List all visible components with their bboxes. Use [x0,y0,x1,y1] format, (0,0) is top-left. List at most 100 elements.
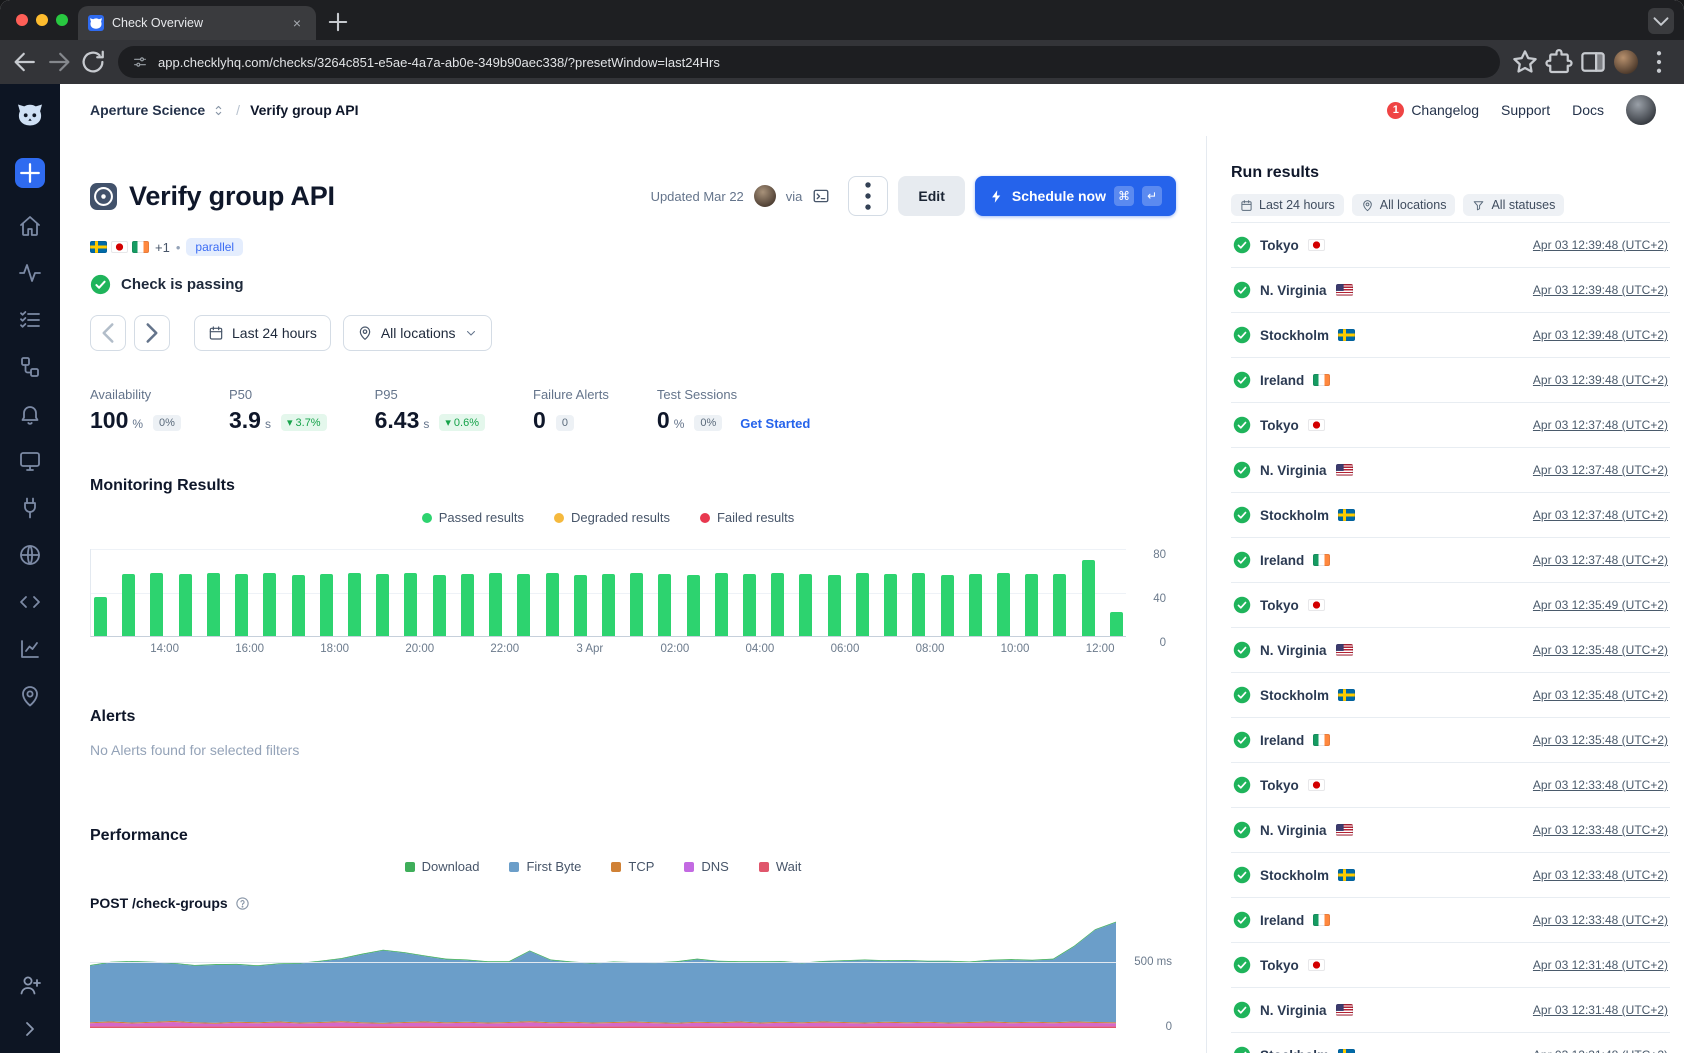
passed-results-bar[interactable] [122,574,135,636]
passed-results-bar[interactable] [997,573,1010,636]
passed-results-bar[interactable] [771,573,784,636]
sidebar-item-private-locations[interactable] [18,543,42,567]
get-started-link[interactable]: Get Started [740,416,810,431]
run-result-row[interactable]: TokyoApr 03 12:35:49 (UTC+2) [1231,583,1670,628]
passed-results-bar[interactable] [320,574,333,636]
zoom-window-button[interactable] [56,14,68,26]
run-timestamp[interactable]: Apr 03 12:31:48 (UTC+2) [1533,958,1668,972]
next-period-button[interactable] [134,315,170,351]
run-timestamp[interactable]: Apr 03 12:37:48 (UTC+2) [1533,508,1668,522]
passed-results-bar[interactable] [348,573,361,636]
new-tab-button[interactable] [324,8,352,36]
run-timestamp[interactable]: Apr 03 12:39:48 (UTC+2) [1533,328,1668,342]
passed-results-bar[interactable] [150,573,163,636]
side-panel-icon[interactable] [1578,47,1608,77]
sidebar-item-maintenance[interactable] [18,496,42,520]
run-result-row[interactable]: StockholmApr 03 12:35:48 (UTC+2) [1231,673,1670,718]
passed-results-bar[interactable] [94,597,107,636]
run-result-row[interactable]: IrelandApr 03 12:39:48 (UTC+2) [1231,358,1670,403]
filter-chip-all-locations[interactable]: All locations [1352,194,1456,216]
passed-results-bar[interactable] [433,575,446,636]
sidebar-expand-button[interactable] [18,1017,42,1041]
close-window-button[interactable] [16,14,28,26]
run-result-row[interactable]: StockholmApr 03 12:31:48 (UTC+2) [1231,1033,1670,1053]
sidebar-item-checks[interactable] [18,308,42,332]
schedule-now-button[interactable]: Schedule now ⌘ ↵ [975,176,1176,216]
sidebar-item-environments[interactable] [18,684,42,708]
run-result-row[interactable]: StockholmApr 03 12:37:48 (UTC+2) [1231,493,1670,538]
passed-results-bar[interactable] [263,573,276,636]
tab-search-button[interactable] [1648,8,1674,34]
run-result-row[interactable]: StockholmApr 03 12:39:48 (UTC+2) [1231,313,1670,358]
passed-results-bar[interactable] [207,573,220,636]
passed-results-bar[interactable] [969,574,982,636]
passed-results-bar[interactable] [1110,612,1123,636]
run-result-row[interactable]: IrelandApr 03 12:33:48 (UTC+2) [1231,898,1670,943]
address-bar[interactable]: app.checklyhq.com/checks/3264c851-e5ae-4… [118,46,1500,78]
filter-chip-all-statuses[interactable]: All statuses [1463,194,1564,216]
run-timestamp[interactable]: Apr 03 12:37:48 (UTC+2) [1533,418,1668,432]
run-timestamp[interactable]: Apr 03 12:33:48 (UTC+2) [1533,778,1668,792]
locations-filter-button[interactable]: All locations [343,315,492,351]
passed-results-bar[interactable] [658,574,671,636]
support-link[interactable]: Support [1501,102,1550,118]
passed-results-bar[interactable] [517,574,530,636]
run-result-row[interactable]: TokyoApr 03 12:33:48 (UTC+2) [1231,763,1670,808]
passed-results-bar[interactable] [884,574,897,636]
run-result-row[interactable]: StockholmApr 03 12:33:48 (UTC+2) [1231,853,1670,898]
extensions-icon[interactable] [1544,47,1574,77]
sidebar-invite-button[interactable] [18,973,42,997]
help-icon[interactable] [235,896,250,911]
browser-tab[interactable]: Check Overview × [78,6,316,40]
run-result-row[interactable]: TokyoApr 03 12:31:48 (UTC+2) [1231,943,1670,988]
checkly-logo[interactable] [14,98,46,130]
run-timestamp[interactable]: Apr 03 12:31:48 (UTC+2) [1533,1048,1668,1053]
passed-results-bar[interactable] [602,574,615,636]
run-timestamp[interactable]: Apr 03 12:37:48 (UTC+2) [1533,553,1668,567]
passed-results-bar[interactable] [1082,560,1095,636]
passed-results-bar[interactable] [574,575,587,636]
run-timestamp[interactable]: Apr 03 12:35:48 (UTC+2) [1533,688,1668,702]
run-result-row[interactable]: TokyoApr 03 12:39:48 (UTC+2) [1231,223,1670,268]
docs-link[interactable]: Docs [1572,102,1604,118]
run-timestamp[interactable]: Apr 03 12:35:48 (UTC+2) [1533,733,1668,747]
passed-results-bar[interactable] [912,573,925,636]
run-result-row[interactable]: N. VirginiaApr 03 12:37:48 (UTC+2) [1231,448,1670,493]
run-result-row[interactable]: TokyoApr 03 12:37:48 (UTC+2) [1231,403,1670,448]
run-timestamp[interactable]: Apr 03 12:35:49 (UTC+2) [1533,598,1668,612]
run-result-row[interactable]: N. VirginiaApr 03 12:39:48 (UTC+2) [1231,268,1670,313]
site-settings-icon[interactable] [132,54,148,70]
run-result-row[interactable]: N. VirginiaApr 03 12:31:48 (UTC+2) [1231,988,1670,1033]
run-result-row[interactable]: N. VirginiaApr 03 12:35:48 (UTC+2) [1231,628,1670,673]
back-button[interactable] [10,47,40,77]
run-timestamp[interactable]: Apr 03 12:31:48 (UTC+2) [1533,1003,1668,1017]
run-timestamp[interactable]: Apr 03 12:35:48 (UTC+2) [1533,643,1668,657]
browser-profile-avatar[interactable] [1614,50,1638,74]
edit-button[interactable]: Edit [898,176,964,216]
passed-results-bar[interactable] [376,574,389,636]
run-timestamp[interactable]: Apr 03 12:39:48 (UTC+2) [1533,283,1668,297]
passed-results-bar[interactable] [630,573,643,636]
passed-results-bar[interactable] [743,574,756,636]
run-timestamp[interactable]: Apr 03 12:37:48 (UTC+2) [1533,463,1668,477]
passed-results-bar[interactable] [856,573,869,636]
sidebar-item-home[interactable] [18,214,42,238]
sidebar-item-analytics[interactable] [18,637,42,661]
account-switcher[interactable]: Aperture Science [90,102,226,118]
changelog-link[interactable]: 1 Changelog [1387,102,1479,119]
sidebar-item-monitoring[interactable] [18,261,42,285]
bookmark-star-icon[interactable] [1510,47,1540,77]
close-tab-icon[interactable]: × [288,14,306,32]
run-timestamp[interactable]: Apr 03 12:39:48 (UTC+2) [1533,238,1668,252]
passed-results-bar[interactable] [799,574,812,636]
prev-period-button[interactable] [90,315,126,351]
filter-chip-last-24-hours[interactable]: Last 24 hours [1231,194,1344,216]
passed-results-bar[interactable] [292,575,305,636]
run-timestamp[interactable]: Apr 03 12:33:48 (UTC+2) [1533,913,1668,927]
minimize-window-button[interactable] [36,14,48,26]
passed-results-bar[interactable] [404,573,417,636]
run-result-row[interactable]: IrelandApr 03 12:35:48 (UTC+2) [1231,718,1670,763]
run-timestamp[interactable]: Apr 03 12:33:48 (UTC+2) [1533,868,1668,882]
passed-results-bar[interactable] [715,573,728,636]
browser-menu-icon[interactable] [1644,47,1674,77]
